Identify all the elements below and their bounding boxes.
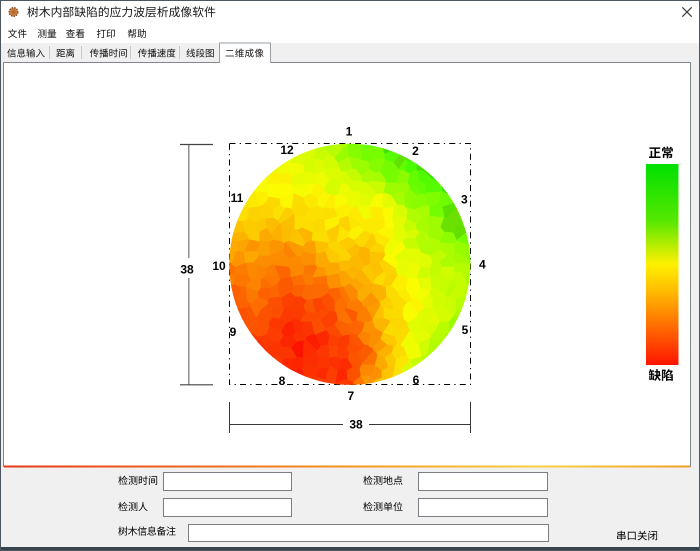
svg-text:6: 6: [413, 373, 420, 387]
svg-text:8: 8: [279, 374, 286, 388]
svg-text:7: 7: [347, 389, 354, 403]
svg-text:5: 5: [462, 323, 469, 337]
svg-text:1: 1: [346, 125, 353, 139]
svg-text:38: 38: [180, 263, 194, 277]
svg-text:10: 10: [212, 259, 226, 273]
svg-text:4: 4: [479, 257, 486, 271]
svg-text:12: 12: [280, 143, 294, 157]
svg-text:11: 11: [231, 191, 244, 205]
svg-text:38: 38: [349, 418, 363, 432]
svg-text:2: 2: [412, 144, 419, 158]
svg-text:9: 9: [230, 325, 237, 339]
svg-text:3: 3: [461, 193, 468, 207]
